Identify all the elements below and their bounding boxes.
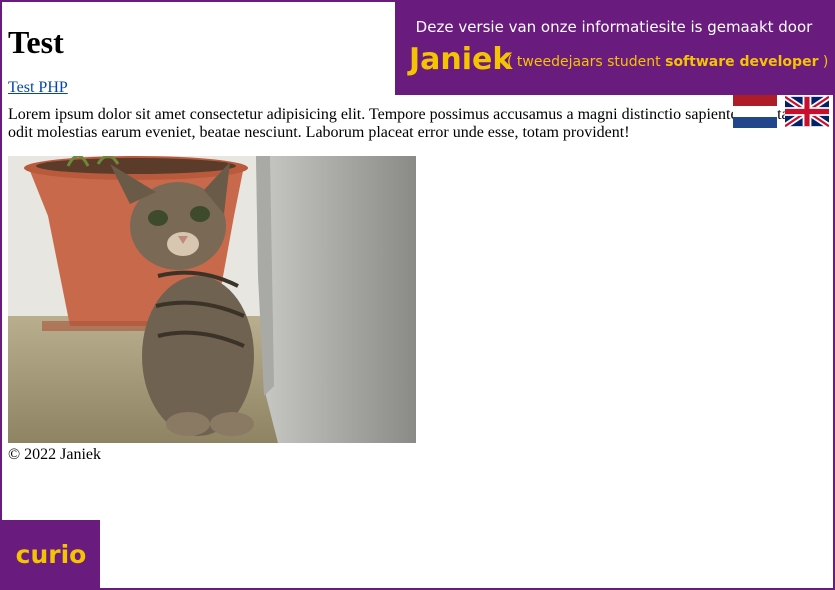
banner-role-suffix: ) xyxy=(818,54,829,70)
footer-copyright: © 2022 Janiek xyxy=(8,446,102,463)
banner-role-bold: software developer xyxy=(665,54,819,70)
author-banner: Deze versie van onze informatiesite is g… xyxy=(395,2,833,95)
curio-logo: curio xyxy=(2,520,100,588)
banner-author-name: Janiek xyxy=(409,42,513,77)
banner-role-prefix: ( tweedejaars student xyxy=(507,54,666,70)
language-switcher xyxy=(733,95,829,128)
banner-author-role: ( tweedejaars student software developer… xyxy=(507,54,828,70)
kitten-photo xyxy=(8,156,416,443)
dutch-flag-icon[interactable] xyxy=(733,95,777,128)
uk-flag-icon[interactable] xyxy=(785,95,829,128)
intro-paragraph: Lorem ipsum dolor sit amet consectetur a… xyxy=(8,106,800,141)
curio-logo-text: curio xyxy=(15,539,87,569)
banner-intro-text: Deze versie van onze informatiesite is g… xyxy=(415,18,813,36)
test-php-link[interactable]: Test PHP xyxy=(8,79,68,97)
